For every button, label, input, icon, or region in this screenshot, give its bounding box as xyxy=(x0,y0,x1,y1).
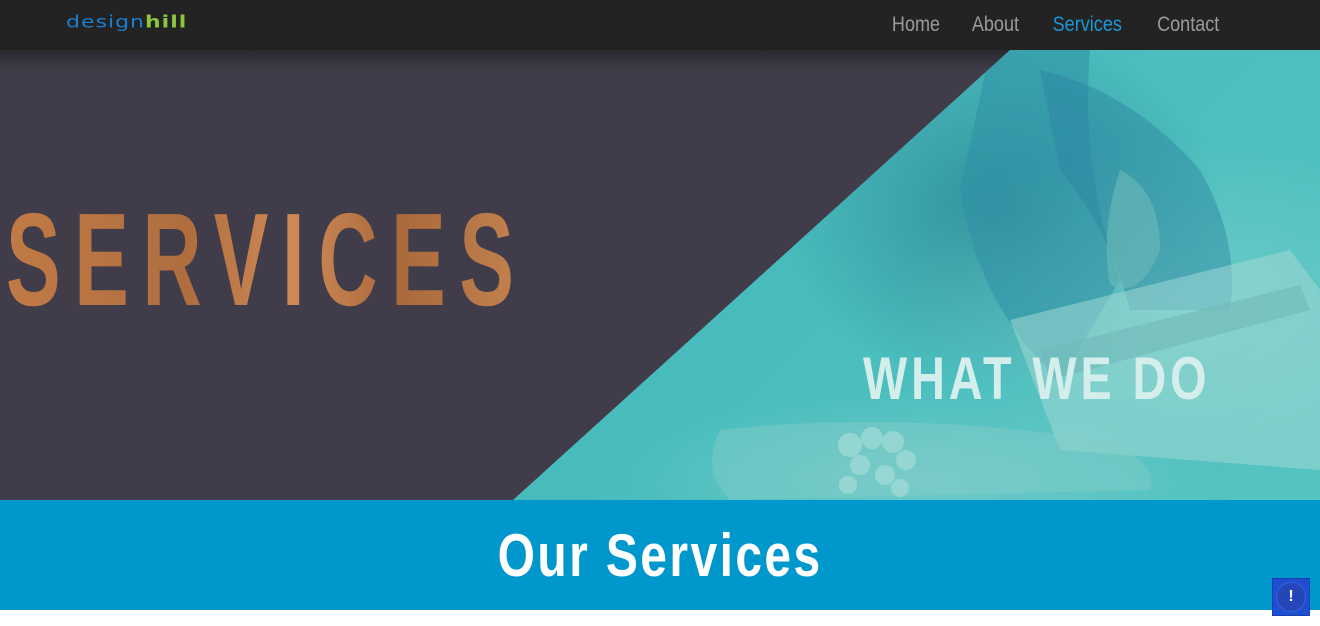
logo-text-design: design xyxy=(66,12,145,33)
hero-title: SERVICES xyxy=(6,186,528,333)
designhill-logo[interactable]: designhill xyxy=(66,13,187,33)
logo-text-hill: hill xyxy=(144,12,188,33)
nav-services-link[interactable]: Services xyxy=(1053,13,1122,37)
nav-about-link[interactable]: About xyxy=(972,13,1019,37)
notification-widget-button[interactable]: ! xyxy=(1272,578,1310,616)
section-title: Our Services xyxy=(497,521,823,589)
hero-subtitle: WHAT WE DO xyxy=(862,345,1210,412)
main-nav: Home About Services Contact xyxy=(892,0,1219,50)
top-navbar: designhill Home About Services Contact xyxy=(0,0,1320,50)
exclamation-icon: ! xyxy=(1276,582,1306,612)
nav-home-link[interactable]: Home xyxy=(892,13,940,37)
hero-banner: SERVICES WHAT WE DO xyxy=(0,50,1320,500)
our-services-band: Our Services xyxy=(0,500,1320,610)
nav-contact-link[interactable]: Contact xyxy=(1157,13,1219,37)
